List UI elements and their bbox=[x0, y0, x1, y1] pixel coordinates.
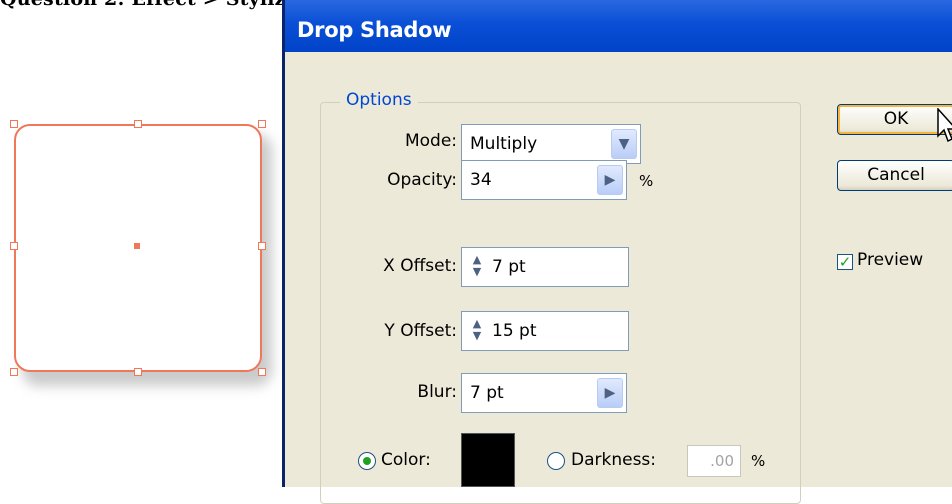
drop-shadow-dialog: Drop Shadow Options Mode: Multiply ▼ Opa… bbox=[282, 0, 952, 504]
dialog-title: Drop Shadow bbox=[297, 18, 452, 42]
darkness-percent-unit: % bbox=[751, 452, 766, 470]
opacity-value: 34 bbox=[470, 170, 492, 190]
selection-handle-bottom-right[interactable] bbox=[258, 368, 266, 376]
options-group-label: Options bbox=[340, 90, 418, 110]
shape-center-point bbox=[134, 243, 140, 249]
preview-label: Preview bbox=[857, 250, 924, 270]
mode-label: Mode: bbox=[404, 131, 457, 151]
mouse-cursor-icon bbox=[937, 108, 952, 143]
selection-handle-bottom-left[interactable] bbox=[10, 368, 18, 376]
opacity-slider-button[interactable]: ▶ bbox=[597, 165, 623, 195]
color-label: Color: bbox=[381, 450, 431, 470]
selection-handle-top-right[interactable] bbox=[258, 120, 266, 128]
blur-value: 7 pt bbox=[470, 383, 504, 403]
x-offset-stepper-icon[interactable]: ▲ ▼ bbox=[467, 254, 487, 280]
blur-slider-button[interactable]: ▶ bbox=[597, 378, 623, 408]
mode-dropdown-button[interactable]: ▼ bbox=[611, 129, 637, 159]
preview-checkbox[interactable]: ✓ bbox=[837, 254, 853, 270]
chevron-down-icon: ▼ bbox=[618, 136, 630, 152]
color-radio[interactable] bbox=[358, 452, 376, 470]
y-offset-value: 15 pt bbox=[492, 321, 537, 341]
blur-label: Blur: bbox=[417, 382, 457, 402]
selection-handle-top-middle[interactable] bbox=[134, 120, 142, 128]
y-offset-stepper-icon[interactable]: ▲ ▼ bbox=[467, 318, 487, 344]
checkmark-icon: ✓ bbox=[838, 253, 852, 271]
cancel-button-label: Cancel bbox=[867, 165, 925, 185]
x-offset-value: 7 pt bbox=[492, 257, 526, 277]
selection-handle-middle-left[interactable] bbox=[10, 242, 18, 250]
selection-handle-bottom-middle[interactable] bbox=[134, 368, 142, 376]
darkness-radio[interactable] bbox=[547, 452, 565, 470]
opacity-percent-unit: % bbox=[639, 172, 654, 190]
darkness-input[interactable]: .00 bbox=[687, 445, 741, 477]
ok-button[interactable]: OK bbox=[837, 104, 952, 135]
x-offset-label: X Offset: bbox=[383, 256, 457, 276]
cancel-button[interactable]: Cancel bbox=[837, 160, 952, 191]
shadow-color-swatch[interactable] bbox=[461, 433, 515, 487]
darkness-label: Darkness: bbox=[571, 450, 657, 470]
opacity-label: Opacity: bbox=[387, 170, 457, 190]
darkness-value: .00 bbox=[710, 452, 734, 470]
selection-handle-middle-right[interactable] bbox=[258, 242, 266, 250]
selection-handle-top-left[interactable] bbox=[10, 120, 18, 128]
dialog-title-bar[interactable]: Drop Shadow bbox=[285, 0, 952, 52]
ok-button-label: OK bbox=[883, 109, 909, 129]
chevron-right-icon: ▶ bbox=[604, 172, 616, 188]
mode-select-value: Multiply bbox=[470, 134, 538, 154]
chevron-right-icon: ▶ bbox=[604, 385, 616, 401]
y-offset-label: Y Offset: bbox=[384, 321, 457, 341]
